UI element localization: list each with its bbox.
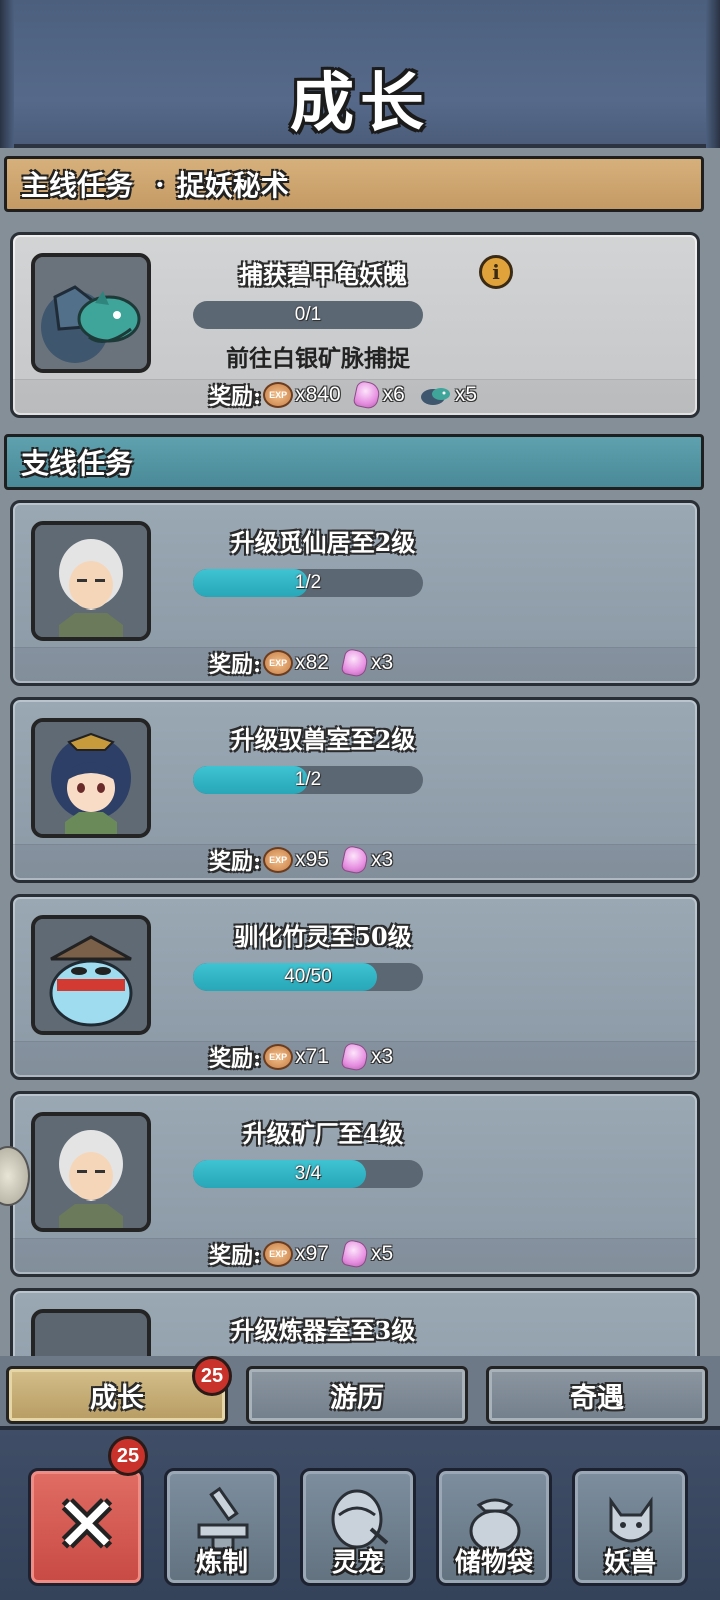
reward-label: 奖励: (209, 1046, 262, 1072)
exp-reward: x71 (295, 1045, 329, 1068)
nav-storage-button[interactable]: 储物袋 (436, 1468, 552, 1586)
notification-badge: 25 (108, 1436, 148, 1476)
task-name: 升级驭兽室至2级 (230, 725, 416, 754)
nav-label: 妖兽 (603, 1548, 656, 1578)
nav-refine-button[interactable]: 炼制 (164, 1468, 280, 1586)
task-name: 捕获碧甲龟妖魄 (239, 260, 407, 289)
progress-bar: 1/2 (193, 766, 423, 794)
nav-pet-button[interactable]: 灵宠 (300, 1468, 416, 1586)
side-task-card[interactable]: 升级矿厂至4级 3/4 奖励: EXP x97 x5 (10, 1091, 700, 1277)
gem-icon (340, 844, 370, 876)
close-button[interactable]: ✕ (28, 1468, 144, 1586)
gem-reward: x5 (370, 1242, 394, 1265)
rewards: 奖励: EXP x71 x3 (209, 1041, 407, 1073)
side-task-card[interactable]: 升级觅仙居至2级 1/2 奖励: EXP x82 x3 (10, 500, 700, 686)
bamboo-spirit-icon (35, 919, 147, 1031)
progress-text: 1/2 (294, 572, 322, 593)
progress-bar: 1/2 (193, 569, 423, 597)
side-task-card[interactable]: 驯化竹灵至50级 40/50 奖励: EXP x71 x3 (10, 894, 700, 1080)
reward-label: 奖励: (209, 849, 262, 875)
exp-icon: EXP (263, 650, 294, 676)
exp-reward: x82 (295, 651, 329, 674)
portrait (31, 1309, 151, 1356)
soul-reward: x5 (454, 383, 478, 406)
elder-portrait (31, 521, 151, 641)
turtle-icon (35, 257, 147, 369)
nav-beast-button[interactable]: 妖兽 (572, 1468, 688, 1586)
rewards: 奖励: EXP x840 x6 x5 (209, 379, 491, 411)
task-name: 升级炼器室至3级 (230, 1316, 416, 1345)
turtle-soul-icon (420, 388, 450, 405)
exp-reward: x95 (295, 848, 329, 871)
elder-icon (35, 525, 147, 637)
side-task-card[interactable]: 升级炼器室至3级 (10, 1288, 700, 1356)
header: 成长 (0, 0, 720, 148)
girl-portrait (31, 718, 151, 838)
rewards: 奖励: EXP x95 x3 (209, 844, 407, 876)
progress-text: 0/1 (294, 304, 322, 325)
rewards: 奖励: EXP x97 x5 (209, 1238, 407, 1270)
task-list[interactable]: 主线任务 · 捉妖秘术 捕获碧甲龟妖魄 i 0/1 前往白银矿脉捕捉 奖励: E… (0, 148, 720, 1356)
gem-reward: x3 (370, 651, 394, 674)
progress-text: 40/50 (284, 966, 332, 987)
progress-bar: 40/50 (193, 963, 423, 991)
task-name: 升级矿厂至4级 (242, 1119, 404, 1148)
rewards: 奖励: EXP x82 x3 (209, 647, 407, 679)
progress-text: 3/4 (294, 1163, 322, 1184)
info-icon[interactable]: i (479, 255, 513, 289)
side-task-card[interactable]: 升级驭兽室至2级 1/2 奖励: EXP x95 x3 (10, 697, 700, 883)
gem-reward: x3 (370, 848, 394, 871)
separator-dot: · (155, 167, 165, 201)
progress-text: 1/2 (294, 769, 322, 790)
side-quest-banner: 支线任务 (4, 434, 704, 490)
tab-encounter[interactable]: 奇遇 (486, 1366, 708, 1424)
gem-icon (340, 1238, 370, 1270)
exp-icon: EXP (263, 382, 294, 408)
bamboo-spirit-portrait (31, 915, 151, 1035)
turtle-demon-portrait (31, 253, 151, 373)
progress-bar: 0/1 (193, 301, 423, 329)
progress-bar: 3/4 (193, 1160, 423, 1188)
girl-icon (35, 722, 147, 834)
gem-icon (340, 647, 370, 679)
reward-label: 奖励: (209, 384, 262, 410)
main-quest-label: 主线任务 (21, 169, 134, 202)
exp-reward: x840 (295, 383, 341, 406)
task-location: 前往白银矿脉捕捉 (226, 345, 410, 372)
elder-portrait (31, 1112, 151, 1232)
main-quest-banner: 主线任务 · 捉妖秘术 (4, 156, 704, 212)
reward-label: 奖励: (209, 1243, 262, 1269)
reward-label: 奖励: (209, 652, 262, 678)
notification-badge: 25 (192, 1356, 232, 1396)
tab-bar: 成长 游历 奇遇 25 (0, 1356, 720, 1426)
task-name: 升级觅仙居至2级 (230, 528, 416, 557)
gem-icon (352, 379, 382, 411)
exp-icon: EXP (263, 847, 294, 873)
side-quest-label: 支线任务 (21, 447, 134, 480)
nav-label: 灵宠 (331, 1548, 384, 1578)
nav-label: 储物袋 (454, 1548, 533, 1578)
page-title: 成长 (290, 66, 430, 141)
close-icon: ✕ (55, 1480, 119, 1569)
gem-reward: x6 (382, 383, 405, 406)
exp-reward: x97 (295, 1242, 329, 1265)
exp-icon: EXP (263, 1044, 294, 1070)
gem-reward: x3 (370, 1045, 394, 1068)
task-name: 驯化竹灵至50级 (234, 922, 412, 951)
main-quest-chapter: 捉妖秘术 (176, 169, 289, 202)
bottom-nav: ✕ 25 炼制 灵宠 储物袋 妖兽 (0, 1426, 720, 1600)
exp-icon: EXP (263, 1241, 294, 1267)
main-task-card[interactable]: 捕获碧甲龟妖魄 i 0/1 前往白银矿脉捕捉 奖励: EXP x840 x6 x… (10, 232, 700, 418)
elder-icon (35, 1116, 147, 1228)
tab-travel[interactable]: 游历 (246, 1366, 468, 1424)
gem-icon (340, 1041, 370, 1073)
nav-label: 炼制 (195, 1548, 248, 1578)
